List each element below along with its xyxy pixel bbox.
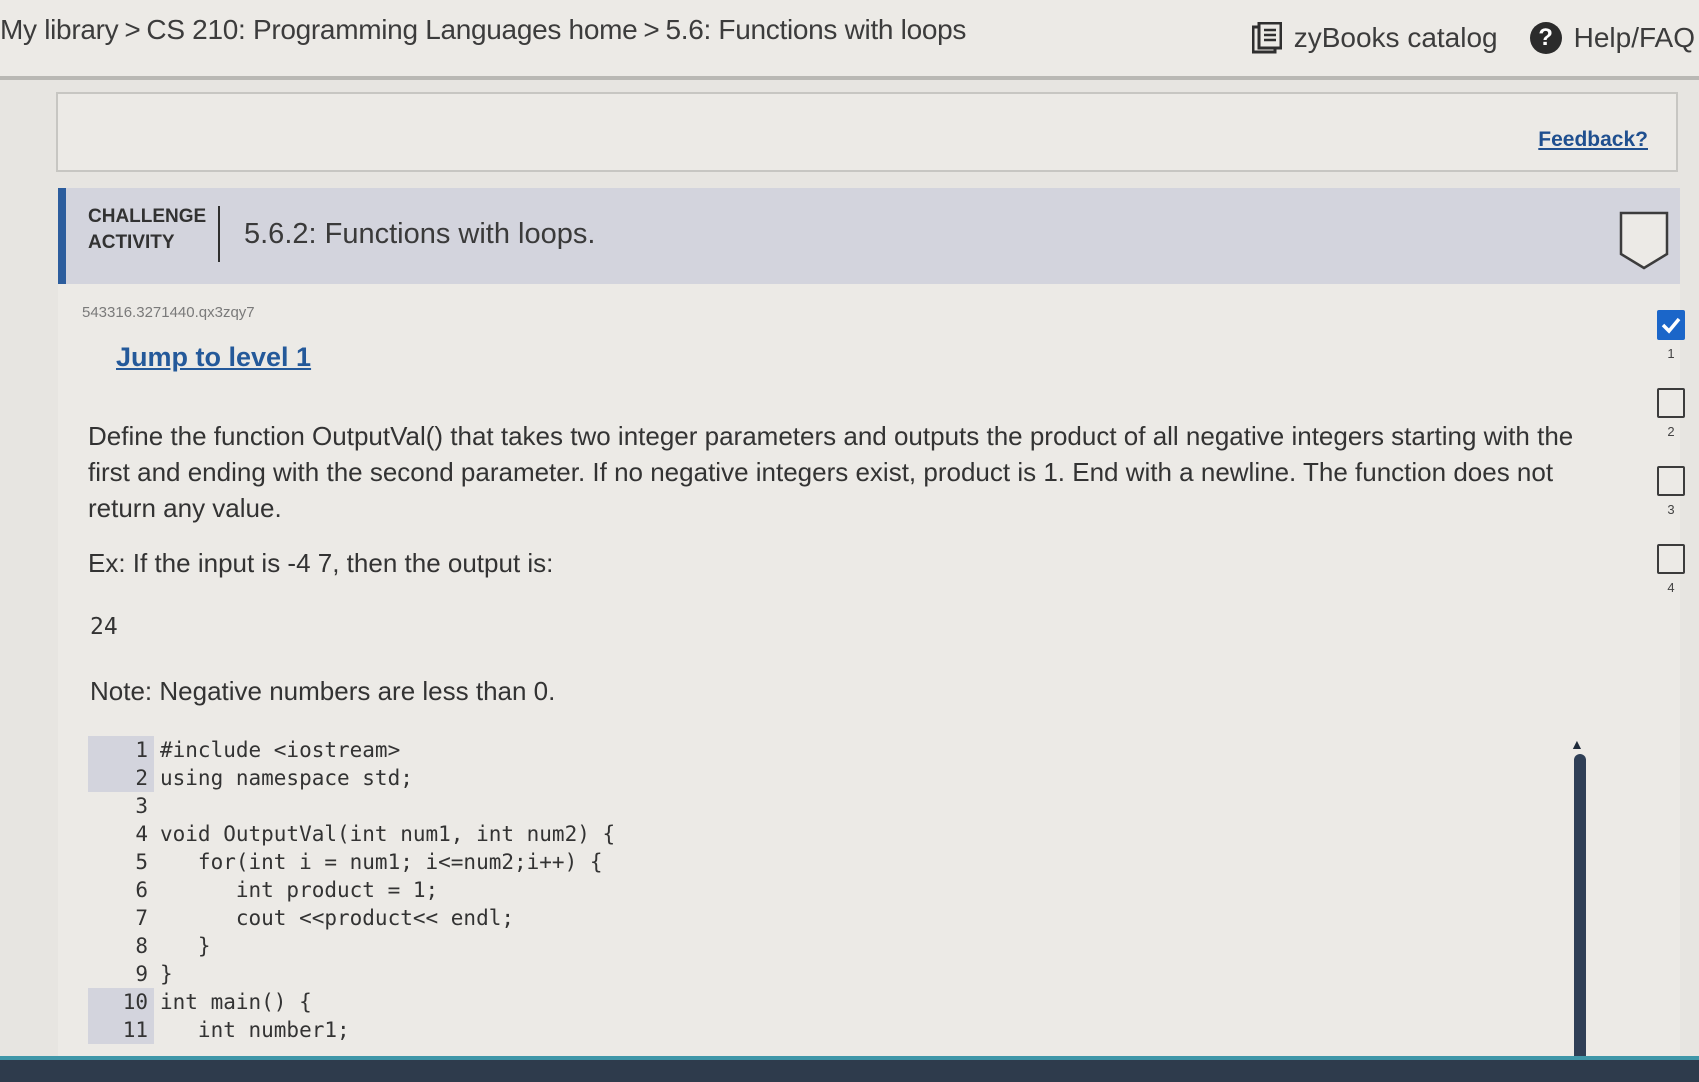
code-text[interactable]	[154, 792, 160, 820]
example-label: Ex: If the input is -4 7, then the outpu…	[88, 548, 554, 578]
line-number: 8	[135, 934, 148, 958]
code-line: 6 int product = 1;	[88, 876, 1588, 904]
scroll-up-arrow-icon[interactable]: ▲	[1570, 736, 1584, 752]
help-faq-label: Help/FAQ	[1573, 22, 1695, 53]
code-line: 10 int main() {	[88, 988, 1588, 1016]
challenge-activity-label: CHALLENGE ACTIVITY	[88, 204, 208, 256]
code-line: 4 void OutputVal(int num1, int num2) {	[88, 820, 1588, 848]
code-text[interactable]: using namespace std;	[154, 764, 413, 792]
challenge-content: 543316.3271440.qx3zqy7 Jump to level 1 D…	[58, 284, 1685, 1082]
line-number: 3	[135, 794, 148, 818]
code-line: 1 #include <iostream>	[88, 736, 1588, 764]
line-number: 6	[135, 878, 148, 902]
bottom-taskbar	[0, 1056, 1699, 1082]
zybooks-catalog-link[interactable]: zyBooks catalog	[1251, 21, 1498, 54]
challenge-title: 5.6.2: Functions with loops.	[244, 218, 596, 250]
line-number: 7	[135, 906, 148, 930]
note-text: Note: Negative numbers are less than 0.	[90, 676, 556, 706]
line-number: 2	[88, 764, 154, 792]
code-line: 3	[88, 792, 1588, 820]
line-number: 10	[88, 988, 154, 1016]
top-bar: My library > CS 210: Programming Languages…	[0, 0, 1699, 80]
line-number: 4	[135, 822, 148, 846]
top-right-links: zyBooks catalog ? Help/FAQ	[1251, 21, 1695, 54]
jump-to-level-link[interactable]: Jump to level 1	[116, 342, 311, 373]
example-output: 24	[90, 614, 118, 640]
level-checkbox[interactable]	[1657, 466, 1685, 496]
problem-prompt: Define the function OutputVal() that tak…	[88, 421, 1574, 523]
breadcrumb-separator: >	[124, 14, 141, 45]
activity-id: 543316.3271440.qx3zqy7	[82, 304, 255, 321]
checkmark-icon	[1661, 317, 1681, 334]
level-4[interactable]: 4	[1656, 544, 1686, 595]
level-1[interactable]: 1	[1656, 310, 1686, 361]
code-text[interactable]: void OutputVal(int num1, int num2) {	[154, 820, 615, 848]
header-divider	[218, 206, 220, 262]
level-number: 2	[1667, 424, 1675, 439]
code-text[interactable]: int product = 1;	[154, 876, 438, 904]
level-2[interactable]: 2	[1656, 388, 1686, 439]
code-text[interactable]: }	[154, 932, 211, 960]
editor-scrollbar[interactable]	[1574, 754, 1586, 1082]
breadcrumb-my-library[interactable]: My library	[0, 14, 119, 45]
code-text[interactable]: cout <<product<< endl;	[154, 904, 514, 932]
breadcrumb-current-section: 5.6: Functions with loops	[665, 14, 967, 45]
code-text[interactable]: int number1;	[154, 1016, 350, 1044]
level-number: 4	[1667, 580, 1675, 595]
level-checkbox[interactable]	[1657, 388, 1685, 418]
level-checkbox[interactable]	[1657, 544, 1685, 574]
zybooks-catalog-label: zyBooks catalog	[1293, 22, 1498, 53]
breadcrumb: My library > CS 210: Programming Languages…	[0, 14, 966, 46]
shield-badge-icon	[1618, 210, 1670, 272]
challenge-label-line1: CHALLENGE	[88, 206, 207, 227]
level-3[interactable]: 3	[1656, 466, 1686, 517]
line-number: 1	[88, 736, 154, 764]
help-faq-link[interactable]: ? Help/FAQ	[1529, 22, 1695, 54]
section-feedback-box: Feedback?	[56, 92, 1678, 172]
code-line: 7 cout <<product<< endl;	[88, 904, 1588, 932]
challenge-label-line2: ACTIVITY	[88, 232, 175, 253]
code-text[interactable]: }	[154, 960, 173, 988]
code-editor[interactable]: 1 #include <iostream> 2 using namespace …	[88, 730, 1588, 1082]
line-number: 5	[135, 850, 148, 874]
breadcrumb-separator: >	[643, 14, 660, 45]
breadcrumb-course-home[interactable]: CS 210: Programming Languages home	[146, 14, 637, 45]
line-number: 11	[88, 1016, 154, 1044]
code-line: 2 using namespace std;	[88, 764, 1588, 792]
level-number: 1	[1667, 346, 1675, 361]
code-line: 5 for(int i = num1; i<=num2;i++) {	[88, 848, 1588, 876]
help-question-icon: ?	[1529, 22, 1562, 54]
challenge-activity-header: CHALLENGE ACTIVITY 5.6.2: Functions with…	[58, 188, 1680, 284]
line-number: 9	[135, 962, 148, 986]
code-line: 11 int number1;	[88, 1016, 1588, 1044]
code-line: 9 }	[88, 960, 1588, 988]
code-line: 8 }	[88, 932, 1588, 960]
level-checkbox-completed[interactable]	[1657, 310, 1685, 340]
code-text[interactable]: for(int i = num1; i<=num2;i++) {	[154, 848, 603, 876]
code-text[interactable]: #include <iostream>	[154, 736, 400, 764]
catalog-book-icon	[1251, 21, 1283, 54]
level-number: 3	[1667, 502, 1675, 517]
page: My library > CS 210: Programming Languages…	[0, 0, 1699, 1082]
code-text[interactable]: int main() {	[154, 988, 312, 1016]
feedback-link[interactable]: Feedback?	[1538, 128, 1648, 152]
